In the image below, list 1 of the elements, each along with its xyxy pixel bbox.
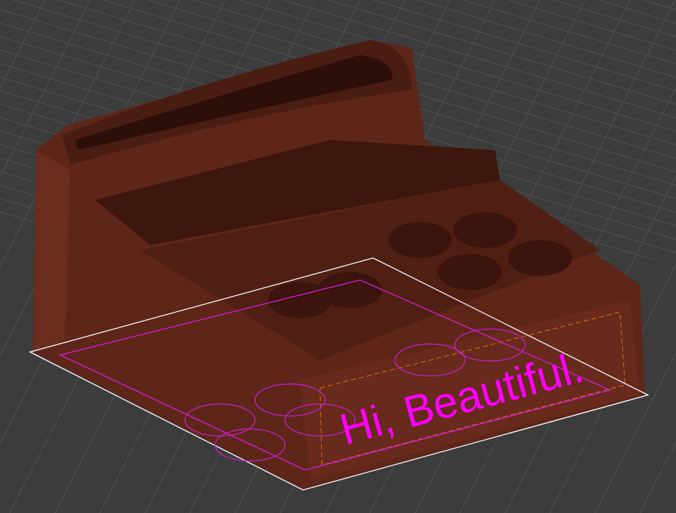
engraved-text: Hi, Beautiful. [334, 342, 589, 455]
